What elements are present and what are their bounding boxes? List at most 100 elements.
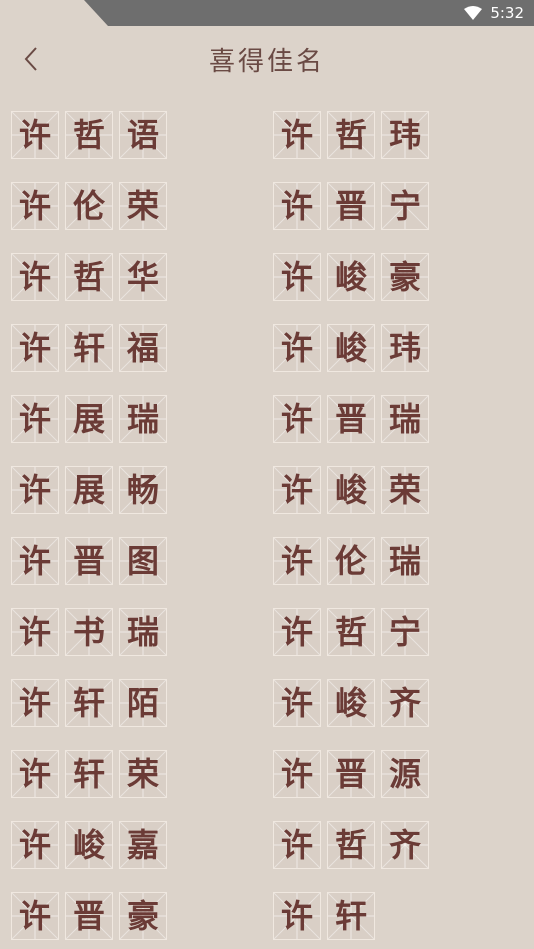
character: 许 <box>280 755 313 793</box>
character: 许 <box>280 471 313 509</box>
name-card[interactable]: 许展瑞 <box>11 395 273 443</box>
character: 哲 <box>334 116 367 154</box>
character-cell: 许 <box>273 395 321 443</box>
name-card[interactable]: 许伦荣 <box>11 182 273 230</box>
character-cell: 许 <box>11 253 59 301</box>
name-card[interactable]: 许峻嘉 <box>11 821 273 869</box>
character: 峻 <box>334 258 367 296</box>
back-button[interactable] <box>14 42 48 76</box>
character-cell: 晋 <box>327 182 375 230</box>
character-cell: 许 <box>11 750 59 798</box>
character-cell: 峻 <box>327 253 375 301</box>
character: 玮 <box>388 116 421 154</box>
character-cell: 瑞 <box>381 395 429 443</box>
name-card[interactable]: 许哲齐 <box>273 821 534 869</box>
name-card[interactable]: 许晋瑞 <box>273 395 534 443</box>
character-cell: 轩 <box>65 750 113 798</box>
character: 荣 <box>126 755 159 793</box>
character: 荣 <box>126 187 159 225</box>
name-card[interactable]: 许轩 <box>273 892 534 940</box>
character-cell: 峻 <box>327 679 375 727</box>
character: 伦 <box>72 187 105 225</box>
character: 许 <box>280 187 313 225</box>
character: 图 <box>126 542 159 580</box>
character-cell: 畅 <box>119 466 167 514</box>
name-card[interactable]: 许峻豪 <box>273 253 534 301</box>
character: 许 <box>280 542 313 580</box>
character: 许 <box>18 329 51 367</box>
name-card[interactable]: 许轩陌 <box>11 679 273 727</box>
character-cell: 峻 <box>65 821 113 869</box>
character: 许 <box>280 116 313 154</box>
character-cell: 许 <box>11 466 59 514</box>
name-card[interactable]: 许轩福 <box>11 324 273 372</box>
name-card[interactable]: 许轩荣 <box>11 750 273 798</box>
character: 轩 <box>72 684 105 722</box>
character-cell: 宁 <box>381 608 429 656</box>
character: 许 <box>18 400 51 438</box>
character: 福 <box>126 329 159 367</box>
character-cell: 晋 <box>65 892 113 940</box>
character: 许 <box>18 897 51 935</box>
character: 许 <box>280 613 313 651</box>
character-cell: 许 <box>11 395 59 443</box>
name-list: 许哲语许哲玮许伦荣许晋宁许哲华许峻豪许轩福许峻玮许展瑞许晋瑞许展畅许峻荣许晋图许… <box>11 111 534 940</box>
character: 源 <box>388 755 421 793</box>
character-cell: 齐 <box>381 679 429 727</box>
character-cell: 荣 <box>119 182 167 230</box>
character-cell: 宁 <box>381 182 429 230</box>
character: 晋 <box>334 187 367 225</box>
character-cell: 许 <box>273 679 321 727</box>
name-card[interactable]: 许晋源 <box>273 750 534 798</box>
name-card[interactable]: 许晋图 <box>11 537 273 585</box>
name-card[interactable]: 许哲语 <box>11 111 273 159</box>
character-cell: 荣 <box>119 750 167 798</box>
character-cell: 许 <box>11 608 59 656</box>
wifi-icon <box>464 6 483 20</box>
character: 豪 <box>388 258 421 296</box>
character-cell: 展 <box>65 395 113 443</box>
character-cell: 展 <box>65 466 113 514</box>
character-cell: 哲 <box>327 111 375 159</box>
name-card[interactable]: 许伦瑞 <box>273 537 534 585</box>
character: 许 <box>18 471 51 509</box>
character-cell: 许 <box>11 537 59 585</box>
character: 宁 <box>388 613 421 651</box>
character: 许 <box>280 329 313 367</box>
character: 展 <box>72 471 105 509</box>
character: 峻 <box>334 684 367 722</box>
name-card[interactable]: 许峻齐 <box>273 679 534 727</box>
character-cell: 福 <box>119 324 167 372</box>
character-cell: 许 <box>11 892 59 940</box>
character-cell: 语 <box>119 111 167 159</box>
character-cell: 哲 <box>327 821 375 869</box>
name-card[interactable]: 许书瑞 <box>11 608 273 656</box>
character: 许 <box>18 613 51 651</box>
character: 晋 <box>72 542 105 580</box>
character: 畅 <box>126 471 159 509</box>
name-card[interactable]: 许晋豪 <box>11 892 273 940</box>
character: 哲 <box>334 613 367 651</box>
name-card[interactable]: 许哲宁 <box>273 608 534 656</box>
name-card[interactable]: 许哲玮 <box>273 111 534 159</box>
name-card[interactable]: 许峻荣 <box>273 466 534 514</box>
character: 瑞 <box>388 542 421 580</box>
character-cell: 瑞 <box>119 395 167 443</box>
character-cell: 伦 <box>327 537 375 585</box>
character-cell: 许 <box>273 324 321 372</box>
character-cell: 许 <box>273 466 321 514</box>
character: 轩 <box>72 755 105 793</box>
character-cell: 许 <box>273 892 321 940</box>
character-cell: 图 <box>119 537 167 585</box>
name-card[interactable]: 许晋宁 <box>273 182 534 230</box>
name-card[interactable]: 许哲华 <box>11 253 273 301</box>
name-card[interactable]: 许峻玮 <box>273 324 534 372</box>
name-card[interactable]: 许展畅 <box>11 466 273 514</box>
page-title: 喜得佳名 <box>208 46 325 77</box>
character: 豪 <box>126 897 159 935</box>
character-cell: 玮 <box>381 324 429 372</box>
character-cell: 豪 <box>381 253 429 301</box>
status-bar: 5:32 <box>0 0 534 26</box>
character: 许 <box>18 187 51 225</box>
character: 瑞 <box>126 613 159 651</box>
